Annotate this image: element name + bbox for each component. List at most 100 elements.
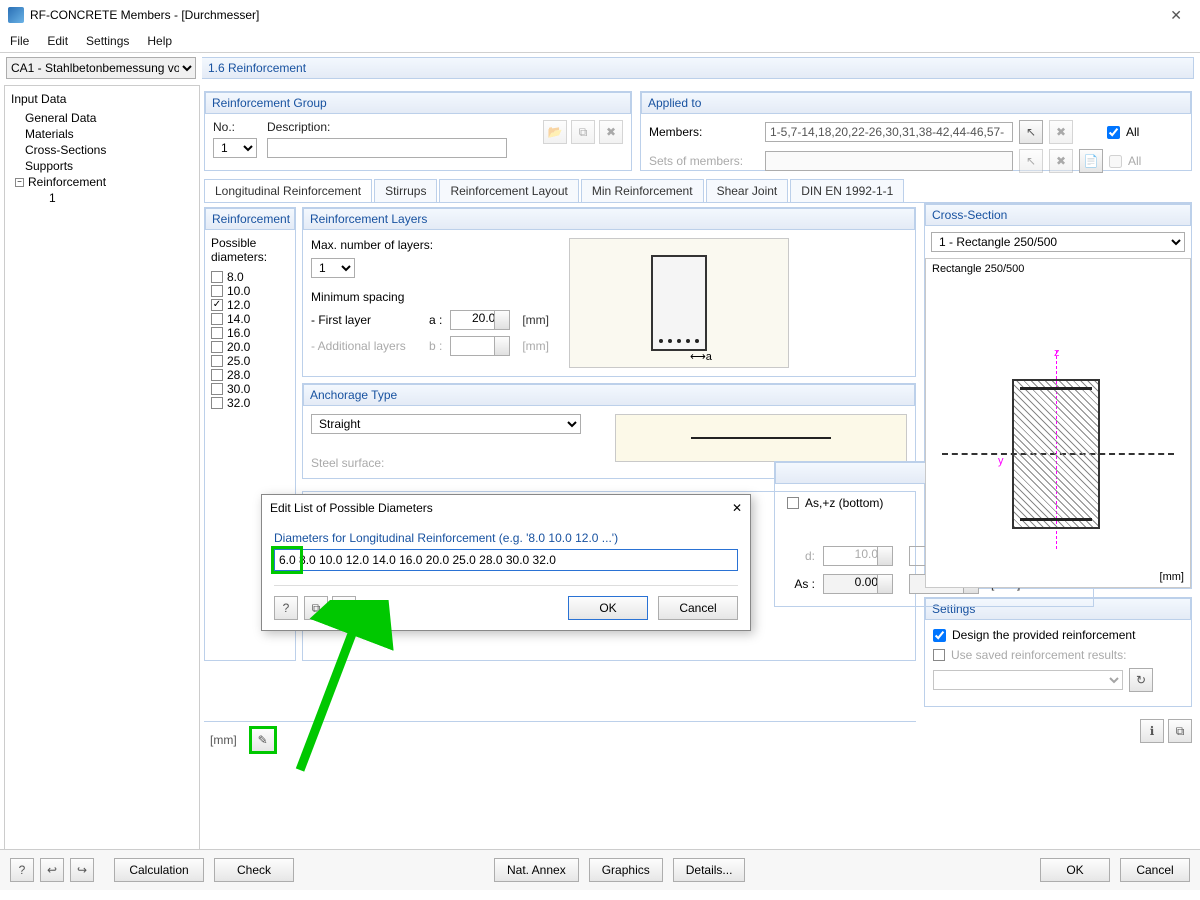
diameter-item[interactable]: 10.0 <box>211 284 289 298</box>
diameter-item[interactable]: 16.0 <box>211 326 289 340</box>
diameter-check[interactable] <box>211 341 223 353</box>
at-sets-label: Sets of members: <box>649 154 759 168</box>
nat-annex-button[interactable]: Nat. Annex <box>494 858 579 882</box>
nav-materials[interactable]: Materials <box>15 126 195 142</box>
calculation-button[interactable]: Calculation <box>114 858 204 882</box>
diameter-value: 20.0 <box>227 340 250 354</box>
diameter-item[interactable]: 30.0 <box>211 382 289 396</box>
info-icon[interactable]: ℹ <box>1140 719 1164 743</box>
ok-button[interactable]: OK <box>1040 858 1110 882</box>
next-button[interactable]: ↪ <box>70 858 94 882</box>
b-spin <box>450 336 510 356</box>
tree-collapse-icon[interactable]: − <box>15 178 24 187</box>
close-icon[interactable]: ✕ <box>1160 3 1192 28</box>
nav-supports[interactable]: Supports <box>15 158 195 174</box>
as-label: As : <box>787 577 815 591</box>
steel-surface-label: Steel surface: <box>311 456 601 470</box>
at-sets-pick-icon[interactable]: ↖ <box>1019 149 1043 173</box>
tab-min[interactable]: Min Reinforcement <box>581 179 704 202</box>
diameter-check[interactable] <box>211 285 223 297</box>
diameter-item[interactable]: ✓ 12.0 <box>211 298 289 312</box>
mm-label: [mm] <box>210 733 237 747</box>
dialog-cancel-button[interactable]: Cancel <box>658 596 738 620</box>
diameter-item[interactable]: 28.0 <box>211 368 289 382</box>
panel-settings: Settings Design the provided reinforceme… <box>924 597 1192 707</box>
saved-refresh-icon[interactable]: ↻ <box>1129 668 1153 692</box>
cs-preview: Rectangle 250/500 z y [mm] <box>925 258 1191 588</box>
rg-copy-icon[interactable]: ⧉ <box>571 120 595 144</box>
diameter-item[interactable]: 20.0 <box>211 340 289 354</box>
diameter-value: 12.0 <box>227 298 250 312</box>
d-val-left: 10.0 <box>823 546 893 566</box>
menu-bar: File Edit Settings Help <box>0 30 1200 52</box>
diameter-list: 8.010.0✓ 12.014.016.020.025.028.030.032.0 <box>211 270 289 410</box>
dialog-input[interactable] <box>274 549 738 571</box>
tab-shear[interactable]: Shear Joint <box>706 179 789 202</box>
nav-cross-sections[interactable]: Cross-Sections <box>15 142 195 158</box>
at-sets-clear-icon[interactable]: ✖ <box>1049 149 1073 173</box>
a-spin[interactable]: 20.0 <box>450 310 510 330</box>
dialog-close-icon[interactable]: ✕ <box>732 501 742 515</box>
anchor-select[interactable]: Straight <box>311 414 581 434</box>
diameter-value: 8.0 <box>227 270 244 284</box>
at-members-all-check[interactable] <box>1107 126 1120 139</box>
panel-reinf-layers: Reinforcement Layers Max. number of laye… <box>302 207 916 377</box>
cs-select[interactable]: 1 - Rectangle 250/500 <box>931 232 1185 252</box>
diameter-item[interactable]: 14.0 <box>211 312 289 326</box>
at-members-input[interactable] <box>765 122 1013 142</box>
diameter-check[interactable] <box>211 355 223 367</box>
dialog-copy-icon[interactable]: ⧉ <box>304 596 328 620</box>
asz-check[interactable] <box>787 497 799 509</box>
details-button[interactable]: Details... <box>673 858 746 882</box>
diameter-check[interactable] <box>211 369 223 381</box>
menu-edit[interactable]: Edit <box>47 34 68 48</box>
graphics-button[interactable]: Graphics <box>589 858 663 882</box>
at-header: Applied to <box>641 92 1191 114</box>
diameter-value: 25.0 <box>227 354 250 368</box>
at-pick-icon[interactable]: ↖ <box>1019 120 1043 144</box>
saved-label: Use saved reinforcement results: <box>951 648 1126 662</box>
nav-reinforcement-1[interactable]: 1 <box>15 190 195 206</box>
saved-select <box>933 670 1123 690</box>
tab-layout[interactable]: Reinforcement Layout <box>439 179 578 202</box>
nav-general-data[interactable]: General Data <box>15 110 195 126</box>
at-clear-icon[interactable]: ✖ <box>1049 120 1073 144</box>
diameter-check[interactable] <box>211 383 223 395</box>
tab-stirrups[interactable]: Stirrups <box>374 179 437 202</box>
rg-no-select[interactable]: 1 <box>213 138 257 158</box>
diameter-check[interactable] <box>211 397 223 409</box>
case-select[interactable]: CA1 - Stahlbetonbemessung vo <box>6 57 196 79</box>
dialog-paste-icon[interactable]: ⧉ <box>332 596 356 620</box>
edit-diameters-button[interactable]: ✎ <box>251 728 275 752</box>
diameter-item[interactable]: 25.0 <box>211 354 289 368</box>
max-layers-select[interactable]: 1 <box>311 258 355 278</box>
check-button[interactable]: Check <box>214 858 294 882</box>
dialog-help-icon[interactable]: ? <box>274 596 298 620</box>
diameter-item[interactable]: 8.0 <box>211 270 289 284</box>
tab-din[interactable]: DIN EN 1992-1-1 <box>790 179 904 202</box>
prev-button[interactable]: ↩ <box>40 858 64 882</box>
menu-help[interactable]: Help <box>147 34 172 48</box>
rg-open-icon[interactable]: 📂 <box>543 120 567 144</box>
diameter-check[interactable] <box>211 327 223 339</box>
menu-settings[interactable]: Settings <box>86 34 129 48</box>
at-sets-new-icon[interactable]: 📄 <box>1079 149 1103 173</box>
diameter-item[interactable]: 32.0 <box>211 396 289 410</box>
cancel-button[interactable]: Cancel <box>1120 858 1190 882</box>
rg-desc-input[interactable] <box>267 138 507 158</box>
diameter-check[interactable] <box>211 313 223 325</box>
help-button[interactable]: ? <box>10 858 34 882</box>
diameter-check[interactable]: ✓ <box>211 299 223 311</box>
nav-reinforcement-label: Reinforcement <box>28 175 106 189</box>
tab-longitudinal[interactable]: Longitudinal Reinforcement <box>204 179 372 202</box>
detail-icon[interactable]: ⧉ <box>1168 719 1192 743</box>
panel-applied-to: Applied to Members: ↖ ✖ All Sets of memb… <box>640 91 1192 171</box>
menu-file[interactable]: File <box>10 34 29 48</box>
diameter-check[interactable] <box>211 271 223 283</box>
nav-reinforcement[interactable]: − Reinforcement <box>15 174 195 190</box>
design-check[interactable] <box>933 629 946 642</box>
anchor-preview <box>615 414 907 462</box>
dialog-ok-button[interactable]: OK <box>568 596 648 620</box>
cs-preview-label: Rectangle 250/500 <box>932 263 1024 275</box>
rg-delete-icon[interactable]: ✖ <box>599 120 623 144</box>
